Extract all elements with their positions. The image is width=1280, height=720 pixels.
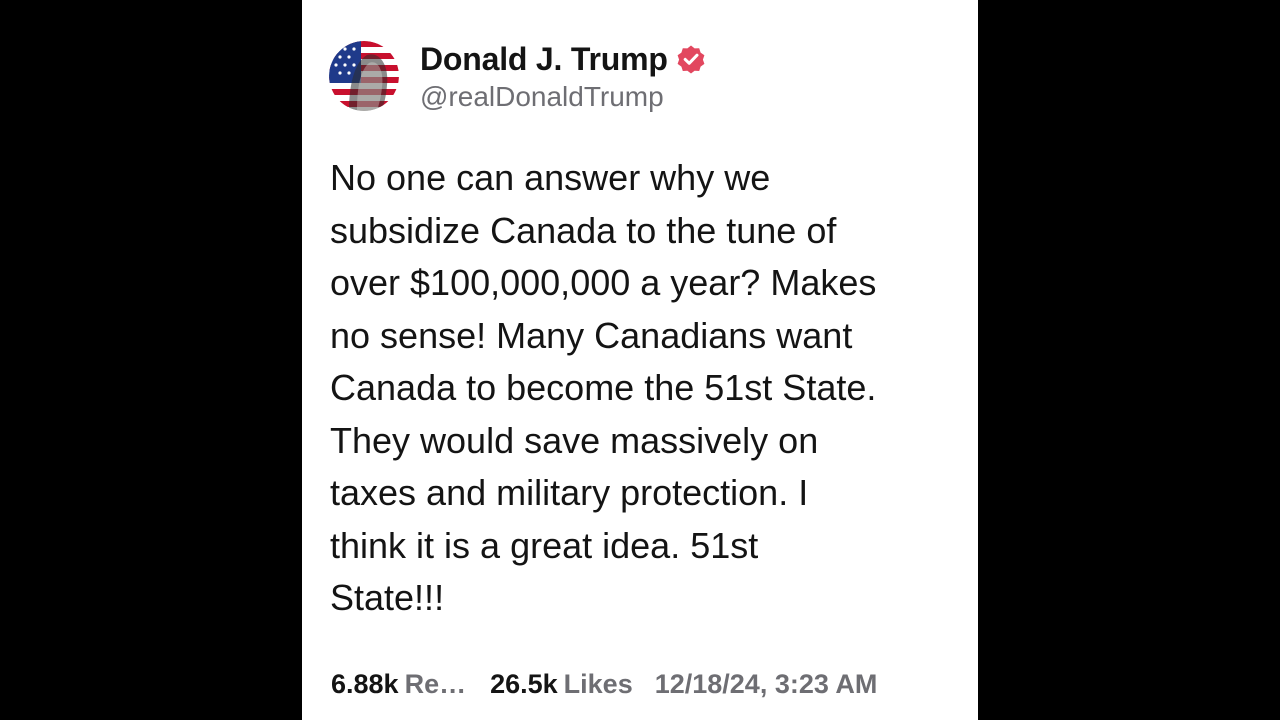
author-names: Donald J. Trump @realDonaldTrump: [420, 39, 706, 113]
post-stats-bar: 6.88k Re… 26.5k Likes 12/18/24, 3:23 AM: [331, 664, 877, 704]
post-card: Donald J. Trump @realDonaldTrump No one …: [302, 0, 978, 720]
likes-label: Likes: [563, 668, 633, 699]
post-header: Donald J. Trump @realDonaldTrump: [329, 40, 706, 112]
reposts-stat[interactable]: 6.88k Re…: [331, 669, 466, 700]
author-handle[interactable]: @realDonaldTrump: [420, 81, 706, 113]
likes-count: 26.5k: [490, 668, 558, 699]
flag-portrait-icon: [329, 41, 399, 111]
post-timestamp: 12/18/24, 3:23 AM: [654, 668, 878, 699]
reposts-label: Re…: [404, 668, 467, 699]
reposts-count: 6.88k: [331, 668, 399, 699]
likes-stat[interactable]: 26.5k Likes: [490, 669, 633, 700]
display-name[interactable]: Donald J. Trump: [420, 41, 668, 78]
avatar[interactable]: [329, 41, 399, 111]
verified-badge-icon: [676, 44, 706, 74]
display-name-row: Donald J. Trump: [420, 39, 706, 79]
video-frame: Donald J. Trump @realDonaldTrump No one …: [0, 0, 1280, 720]
post-body-text: No one can answer why we subsidize Canad…: [330, 157, 877, 618]
